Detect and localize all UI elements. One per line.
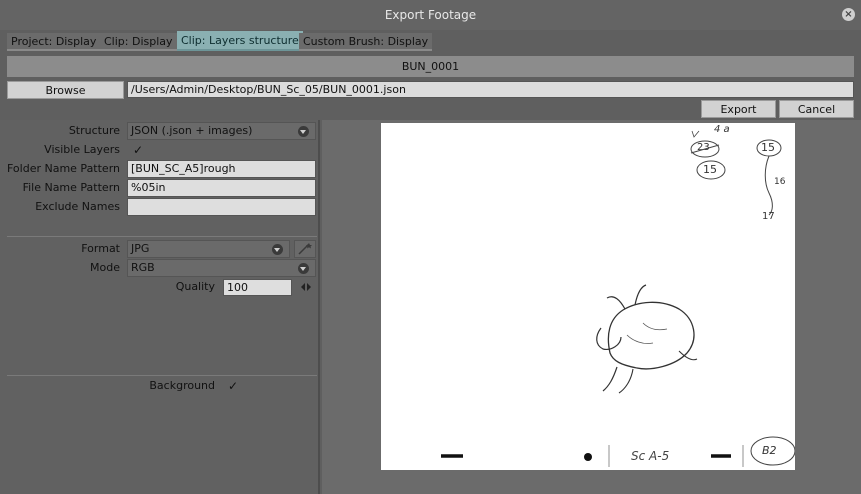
quality-stepper[interactable] [299, 280, 313, 294]
exclude-names-field[interactable] [127, 198, 316, 216]
sketch-corner-label: B2 [762, 444, 777, 457]
format-value: JPG [131, 242, 150, 255]
folder-name-pattern-field[interactable]: [BUN_SC_A5]rough [127, 160, 316, 178]
folder-name-pattern-label: Folder Name Pattern [6, 162, 120, 175]
chevron-down-icon [272, 244, 283, 255]
quality-label: Quality [175, 280, 215, 293]
mode-select[interactable]: RGB [127, 259, 316, 277]
quality-field[interactable]: 100 [223, 279, 292, 296]
format-label: Format [81, 242, 120, 255]
mode-value: RGB [131, 261, 155, 274]
sketch-side-number: 16 [774, 177, 786, 187]
sketch-note: 4 a [714, 124, 730, 135]
cancel-button[interactable]: Cancel [779, 100, 854, 118]
tab-clip-display[interactable]: Clip: Display [100, 33, 177, 51]
close-icon[interactable]: × [842, 8, 855, 21]
browse-button[interactable]: Browse [7, 81, 124, 99]
rough-sketch [441, 130, 795, 467]
stepper-arrows-icon [301, 283, 311, 291]
window-title: Export Footage [384, 8, 477, 22]
sketch-circled-number: 15 [703, 163, 717, 176]
divider [7, 236, 317, 237]
mode-label: Mode [90, 261, 120, 274]
structure-select[interactable]: JSON (.json + images) [127, 122, 316, 140]
sketch-circled-number: 23 [697, 142, 710, 153]
divider [7, 375, 317, 376]
exclude-names-label: Exclude Names [35, 200, 120, 213]
magic-wand-icon [298, 243, 312, 255]
file-name-pattern-label: File Name Pattern [22, 181, 120, 194]
visible-layers-label: Visible Layers [44, 143, 120, 156]
file-name-pattern-field[interactable]: %05in [127, 179, 316, 197]
sketch-scene-label: Sc A-5 [631, 449, 670, 463]
sketch-side-number: 17 [762, 211, 775, 222]
structure-label: Structure [68, 124, 120, 137]
tab-custom-brush-display[interactable]: Custom Brush: Display [299, 33, 433, 51]
format-options-button[interactable] [294, 240, 316, 258]
tab-project-display[interactable]: Project: Display [7, 33, 101, 51]
preview-canvas: 4 a 23 15 15 16 17 Sc A-5 B2 [381, 123, 795, 470]
structure-value: JSON (.json + images) [131, 124, 253, 137]
background-checkbox[interactable]: ✓ [228, 380, 240, 392]
sketch-circled-number: 15 [761, 141, 775, 154]
file-path-field[interactable]: /Users/Admin/Desktop/BUN_Sc_05/BUN_0001.… [127, 81, 854, 98]
export-button[interactable]: Export [701, 100, 776, 118]
format-select[interactable]: JPG [127, 240, 290, 258]
chevron-down-icon [298, 126, 309, 137]
chevron-down-icon [298, 263, 309, 274]
visible-layers-checkbox[interactable]: ✓ [133, 144, 145, 156]
tab-clip-layers-structure[interactable]: Clip: Layers structure [177, 31, 303, 51]
file-name-header: BUN_0001 [7, 56, 854, 77]
background-label: Background [149, 379, 215, 392]
